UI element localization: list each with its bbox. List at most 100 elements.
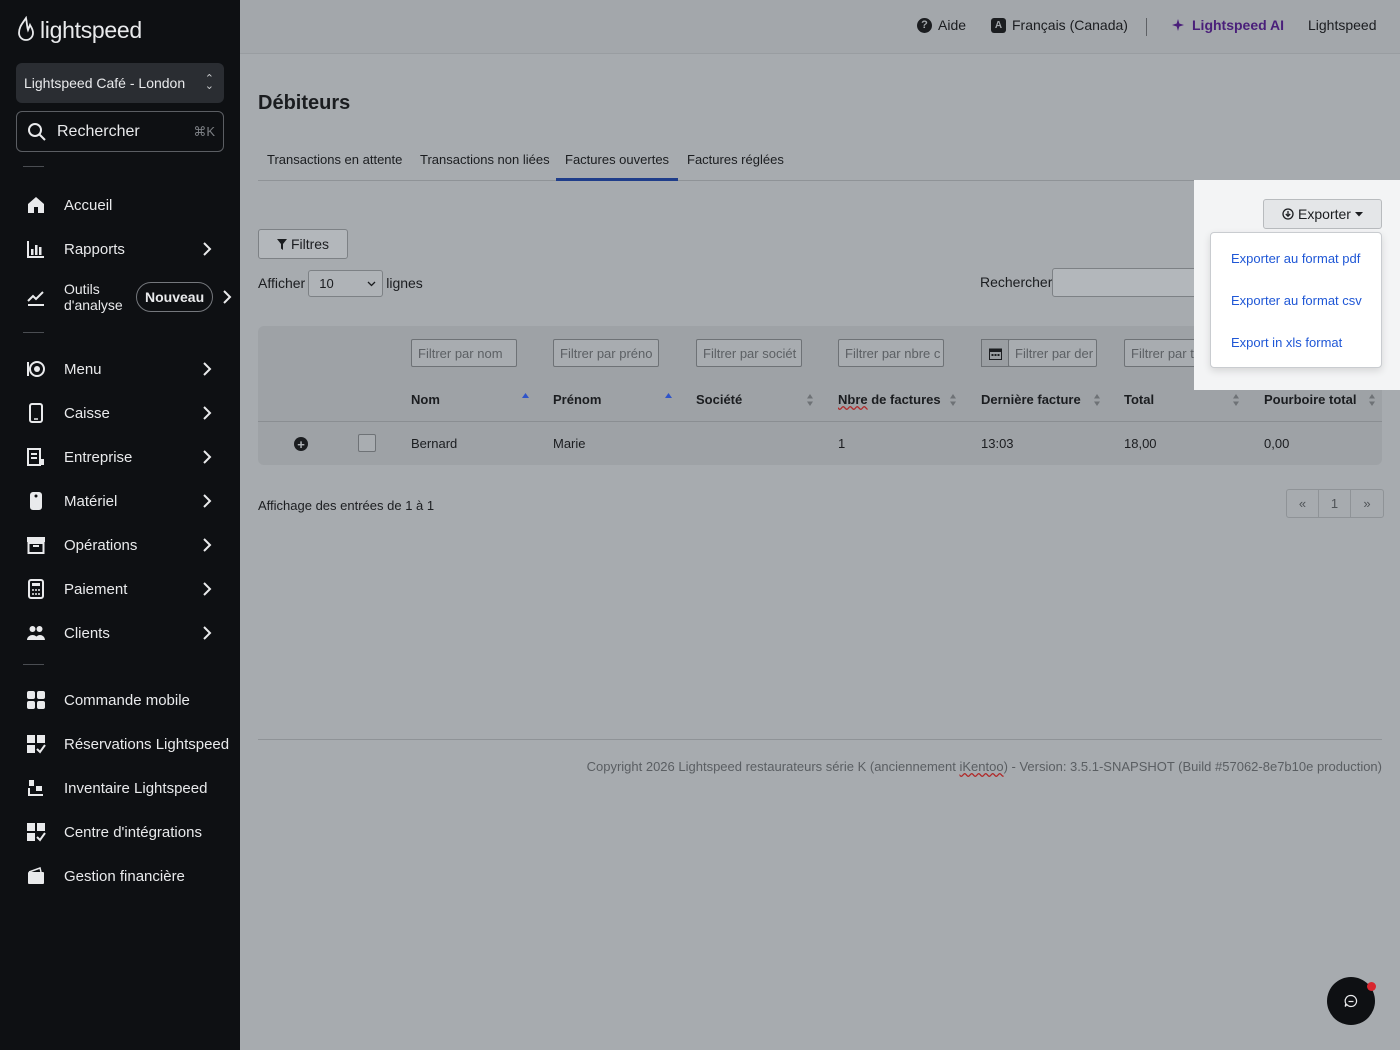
language-selector[interactable]: A Français (Canada) [991,17,1128,33]
topbar-divider [1146,18,1147,36]
show-suffix: lignes [386,275,423,291]
search-label: Rechercher [57,122,140,140]
lightspeed-logo[interactable]: lightspeed [16,16,142,44]
calendar-icon[interactable] [981,339,1009,367]
analytics-icon [25,286,47,308]
sidebar-item-label: Matériel [64,492,118,510]
top-bar: ? Aide A Français (Canada) Lightspeed AI… [240,0,1400,54]
sidebar-item-label: Gestion financière [64,867,185,885]
users-icon [25,622,47,644]
export-button[interactable]: Exporter [1263,199,1382,229]
header-divider [258,421,1382,422]
filters-label: Filtres [290,236,330,252]
sidebar-item-inventaire[interactable]: Inventaire Lightspeed [0,768,240,808]
footer-copyright: Copyright 2026 Lightspeed restaurateurs … [587,759,1382,774]
new-badge: Nouveau [136,282,214,312]
updown-chevron-icon: ⌃ ⌄ [204,73,214,92]
pagination-prev[interactable]: « [1287,490,1319,517]
sidebar-item-gestion-financiere[interactable]: Gestion financière [0,856,240,896]
pagination: « 1 » [1286,489,1384,518]
filter-prenom-input[interactable]: Filtrer par préno [553,339,659,367]
col-header-total[interactable]: Total [1124,392,1154,407]
col-header-societe[interactable]: Société [696,392,742,407]
language-label: Français (Canada) [1012,17,1128,33]
chevron-right-icon [203,450,212,464]
logo-text: lightspeed [40,16,142,43]
expand-row-icon[interactable]: + [294,437,308,451]
tab-factures-ouvertes[interactable]: Factures ouvertes [556,152,679,181]
sidebar-item-clients[interactable]: Clients [0,613,240,653]
tab-factures-reglees[interactable]: Factures réglées [678,152,793,181]
show-prefix: Afficher [258,275,306,291]
sidebar-item-rapports[interactable]: Rapports [0,229,240,269]
col-header-derniere-facture[interactable]: Dernière facture [981,392,1081,407]
lightspeed-ai-link[interactable]: Lightspeed AI [1172,17,1284,33]
pagination-page-1[interactable]: 1 [1319,490,1351,517]
mobile-order-icon [25,689,47,711]
sidebar-item-outils-analyse[interactable]: Outils d'analyse Nouveau [0,277,240,317]
tab-transactions-en-attente[interactable]: Transactions en attente [258,152,411,181]
sidebar-item-integrations[interactable]: Centre d'intégrations [0,812,240,852]
sort-icon [950,394,956,406]
cell-nom: Bernard [411,436,458,451]
language-icon: A [991,17,1006,33]
sidebar-item-reservations[interactable]: Réservations Lightspeed [0,724,240,764]
pagination-next[interactable]: » [1351,490,1383,517]
page-length-value: 10 [319,276,334,291]
sidebar-item-paiement[interactable]: Paiement [0,569,240,609]
col-header-nom[interactable]: Nom [411,392,440,407]
col-header-nbre-factures[interactable]: Nbre de factures [838,392,941,407]
filter-societe-input[interactable]: Filtrer par sociét [696,339,802,367]
export-csv-option[interactable]: Exporter au format csv [1231,293,1362,308]
divider [23,332,44,333]
chevron-right-icon [203,242,212,256]
ai-label: Lightspeed AI [1192,17,1285,33]
sidebar-item-menu[interactable]: Menu [0,349,240,389]
sidebar-item-label: Rapports [64,240,125,258]
help-label: Aide [938,17,967,33]
filter-derniere-input[interactable]: Filtrer par der [1008,339,1097,367]
device-icon [25,490,47,512]
sidebar-item-materiel[interactable]: Matériel [0,481,240,521]
col-header-pourboire[interactable]: Pourboire total [1264,392,1356,407]
caret-down-icon [1354,211,1363,216]
row-checkbox[interactable] [358,434,376,452]
account-menu[interactable]: Lightspeed [1308,17,1377,33]
filter-nom-input[interactable]: Filtrer par nom [411,339,517,367]
business-icon [25,446,47,468]
tab-transactions-non-liees[interactable]: Transactions non liées [411,152,559,181]
table-info: Affichage des entrées de 1 à 1 [258,498,435,513]
col-header-nbre-part: Nbre [838,392,868,407]
sidebar-item-entreprise[interactable]: Entreprise [0,437,240,477]
sort-icon [1369,394,1375,406]
export-xls-option[interactable]: Export in xls format [1231,335,1342,350]
export-pdf-option[interactable]: Exporter au format pdf [1231,251,1360,266]
sidebar-item-label: Outils d'analyse [64,281,144,313]
store-name: Lightspeed Café - London [24,75,186,91]
footer-divider [258,739,1382,740]
cell-pourboire: 0,00 [1264,436,1290,451]
export-dropdown-menu: Exporter au format pdf Exporter au forma… [1210,232,1382,368]
sidebar-item-label: Inventaire Lightspeed [64,779,208,797]
sidebar-item-accueil[interactable]: Accueil [0,185,240,225]
store-selector[interactable]: Lightspeed Café - London ⌃ ⌄ [16,63,224,103]
help-link[interactable]: ? Aide [917,17,966,33]
filter-nbre-input[interactable]: Filtrer par nbre c [838,339,944,367]
sidebar-item-commande-mobile[interactable]: Commande mobile [0,680,240,720]
filters-button[interactable]: Filtres [258,229,348,259]
bar-chart-icon [25,238,47,260]
col-header-prenom[interactable]: Prénom [553,392,601,407]
page-length-select[interactable]: 10 [308,270,384,297]
sidebar-item-label: Réservations Lightspeed [64,735,230,753]
flame-icon [18,16,34,41]
sidebar-item-label: Entreprise [64,448,133,466]
download-circle-icon [1282,208,1294,220]
wallet-icon [25,865,47,887]
sidebar-item-label: Menu [64,360,102,378]
cell-total: 18,00 [1124,436,1157,451]
col-header-factures-part: de factures [867,392,941,407]
sidebar-item-operations[interactable]: Opérations [0,525,240,565]
sidebar-search[interactable]: Rechercher ⌘K [16,111,224,152]
chevron-right-icon [203,626,212,640]
sidebar-item-caisse[interactable]: Caisse [0,393,240,433]
